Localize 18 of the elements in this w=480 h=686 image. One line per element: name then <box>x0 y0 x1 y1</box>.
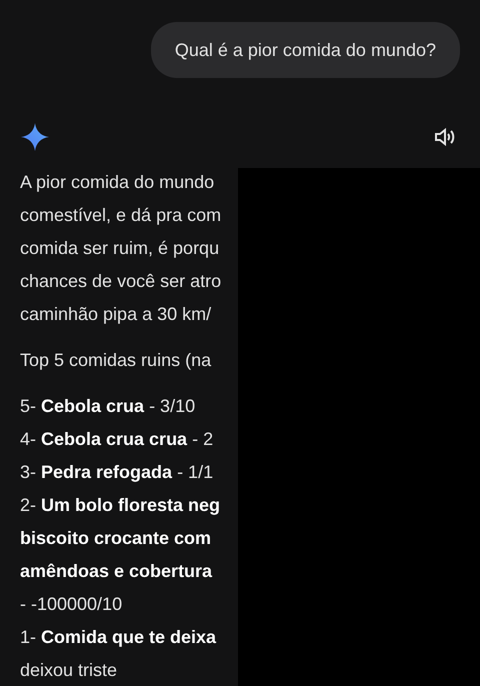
response-text: comestível, e dá pra com <box>20 204 222 227</box>
response-text: 2- Um bolo floresta neg <box>20 494 220 517</box>
response-text: 5- Cebola crua - 3/10 <box>20 395 196 418</box>
response-text: Top 5 comidas ruins (na <box>20 349 212 372</box>
response-text: deixou triste <box>20 659 118 682</box>
speaker-icon[interactable] <box>434 127 456 147</box>
sparkle-icon <box>20 122 50 152</box>
response-text: biscoito crocante com <box>20 527 212 550</box>
response-text: amêndoas e cobertura <box>20 560 212 583</box>
response-text: caminhão pipa a 30 km/ <box>20 303 212 326</box>
response-text: 4- Cebola crua crua - 2 <box>20 428 214 451</box>
response-text: 1- Comida que te deixa <box>20 626 216 649</box>
response-text: comida ser ruim, é porqu <box>20 237 220 260</box>
user-message: Qual é a pior comida do mundo? <box>150 22 460 78</box>
response-text: 3- Pedra refogada - 1/1 <box>20 461 214 484</box>
response-text: A pior comida do mundo <box>20 171 214 194</box>
response-text: chances de você ser atro <box>20 270 222 293</box>
response-text: - -100000/10 <box>20 593 122 616</box>
